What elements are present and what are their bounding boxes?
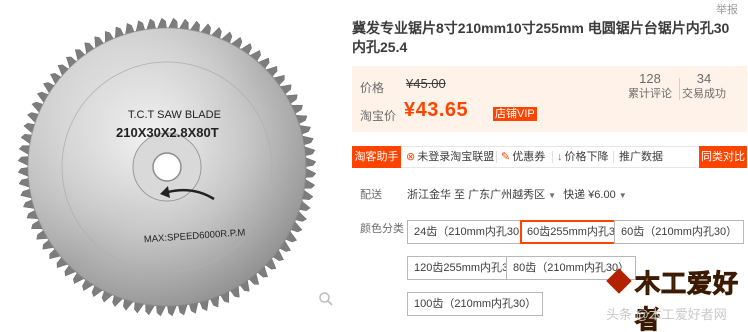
watermark-subtitle: 头条 @木工爱好者网 [606, 307, 727, 322]
trades-count: 34 [696, 71, 712, 86]
not-logged-link[interactable]: ⊗ 未登录淘宝联盟 [406, 147, 494, 167]
option-60-teeth-255[interactable]: 60齿255mm内孔30✓ [520, 220, 629, 244]
orig-price: ¥45.00 [406, 76, 446, 91]
color-options-label: 颜色分类 [360, 223, 404, 235]
coupon-icon: ✎ [501, 151, 511, 163]
option-120-teeth[interactable]: 120齿255mm内孔30 [407, 256, 522, 280]
shipping-from: 浙江金华 至 [407, 189, 466, 201]
helper-toolbar: 淘客助手 ⊗ 未登录淘宝联盟 ✎ 优惠券 ↓ 价格下降 推广数据 同类对比 [352, 146, 747, 168]
blade-arbor-hole [152, 152, 182, 182]
saw-blade-image[interactable]: T.C.T SAW BLADE 210X30X2.8X80T MAX:SPEED… [18, 14, 316, 320]
taobao-price-label: 淘宝价 [360, 109, 397, 123]
woodworker-logo-icon [606, 268, 632, 294]
shipping-to-select[interactable]: 广东广州越秀区 [468, 189, 545, 201]
orig-price-label: 价格 [360, 81, 385, 95]
trades-stat: 34 交易成功 [674, 71, 734, 102]
reviews-label: 累计评论 [628, 88, 672, 100]
product-title: 冀发专业锯片8寸210mm10寸255mm 电圆锯片台锯片内孔30内孔25.4 [352, 20, 730, 55]
shipping-info: 浙江金华 至 广东广州越秀区 ▼ 快递 ¥6.00 ▼ [407, 186, 631, 202]
coupon-link[interactable]: ✎ 优惠券 [501, 147, 545, 167]
product-image-area: T.C.T SAW BLADE 210X30X2.8X80T MAX:SPEED… [0, 0, 345, 332]
compare-button[interactable]: 同类对比 [699, 146, 747, 168]
vip-badge[interactable]: 店铺VIP [493, 107, 537, 121]
promo-data-link[interactable]: 推广数据 [619, 147, 663, 167]
price-drop-link[interactable]: ↓ 价格下降 [557, 147, 609, 167]
blade-brand-text: T.C.T SAW BLADE [128, 109, 221, 121]
trades-label: 交易成功 [682, 88, 726, 100]
price-panel: 价格 ¥45.00 淘宝价 ¥43.65 店铺VIP 128 累计评论 34 交… [352, 66, 747, 132]
option-100-teeth[interactable]: 100齿（210mm内孔30） [407, 292, 544, 316]
chevron-down-icon[interactable]: ▼ [619, 191, 627, 200]
reviews-count: 128 [639, 71, 661, 86]
option-24-teeth[interactable]: 24齿（210mm内孔30） [407, 220, 538, 244]
blade-size-text: 210X30X2.8X80T [116, 125, 219, 140]
shipping-label: 配送 [360, 189, 382, 201]
watermark: 木工爱好者 头条 @木工爱好者网 [600, 262, 748, 332]
union-icon: ⊗ [406, 151, 416, 163]
chevron-down-icon[interactable]: ▼ [548, 191, 556, 200]
arrow-down-icon: ↓ [557, 151, 563, 163]
option-60-teeth-210[interactable]: 60齿（210mm内孔30） [614, 220, 745, 244]
shipping-method-select[interactable]: 快递 ¥6.00 [563, 189, 616, 201]
reviews-stat[interactable]: 128 累计评论 [620, 71, 680, 102]
current-price: ¥43.65 [404, 99, 469, 121]
zoom-icon[interactable] [318, 291, 334, 307]
helper-button[interactable]: 淘客助手 [352, 146, 401, 168]
